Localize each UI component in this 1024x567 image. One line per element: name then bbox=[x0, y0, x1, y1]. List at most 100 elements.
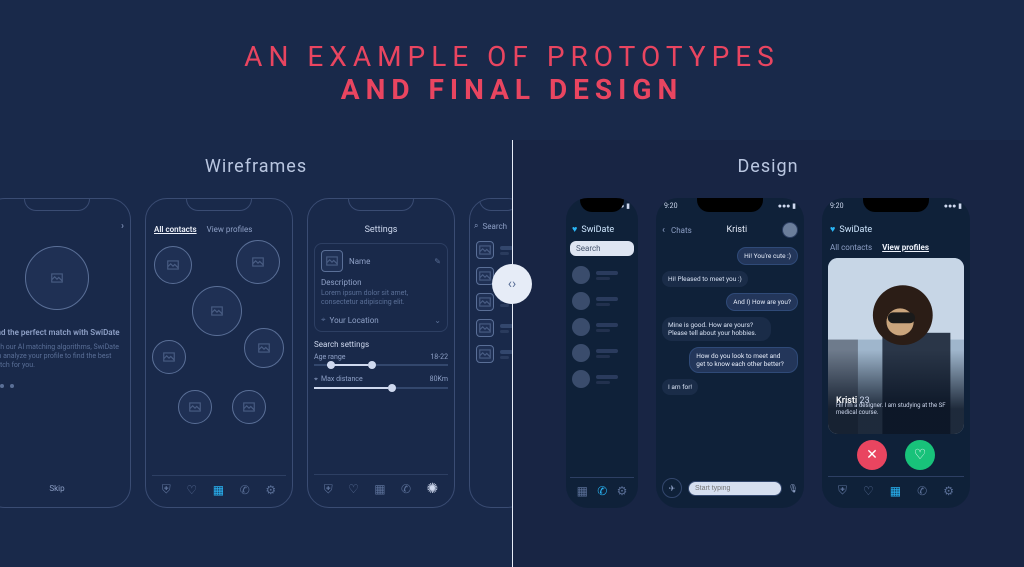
distance-value: 80Km bbox=[430, 375, 448, 384]
avatar bbox=[572, 370, 590, 388]
chat-icon[interactable]: ✆ bbox=[917, 484, 927, 498]
description-body: Lorem ipsum dolor sit amet, consectetur … bbox=[321, 289, 441, 307]
compare-divider bbox=[512, 140, 513, 567]
onboarding-body: With our AI matching algorithms, SwiDate… bbox=[0, 343, 124, 370]
page-dots bbox=[0, 384, 124, 388]
distance-label: Max distance bbox=[321, 375, 363, 384]
search-input[interactable]: Search bbox=[570, 241, 634, 256]
contact-bubble[interactable] bbox=[236, 240, 280, 284]
shield-icon[interactable]: ⛨ bbox=[838, 483, 847, 498]
chat-icon[interactable]: ✆ bbox=[240, 483, 250, 497]
profile-card[interactable]: Kristi 23 Hi! I'm a designer. I am study… bbox=[828, 258, 964, 434]
column-label-design: Design bbox=[737, 156, 798, 177]
like-button[interactable]: ♡ bbox=[905, 440, 935, 470]
tab-view-profiles[interactable]: View profiles bbox=[207, 225, 253, 234]
chevron-down-icon[interactable]: ⌄ bbox=[434, 316, 441, 325]
heart-icon: ♥ bbox=[830, 224, 835, 235]
status-time: 9:20 bbox=[830, 202, 844, 210]
list-item[interactable] bbox=[570, 314, 634, 340]
location-label: Your Location bbox=[330, 316, 379, 325]
avatar-placeholder bbox=[476, 241, 494, 259]
contact-bubble[interactable] bbox=[178, 390, 212, 424]
contact-bubble[interactable] bbox=[192, 286, 242, 336]
chevron-right-icon: › bbox=[512, 276, 516, 292]
heart-icon[interactable]: ♡ bbox=[348, 482, 359, 496]
avatar-placeholder bbox=[476, 319, 494, 337]
gear-icon[interactable]: ✺ bbox=[427, 481, 439, 497]
wireframe-settings: Settings Name ✎ Description Lorem ipsum … bbox=[307, 198, 455, 508]
search-icon: ⌕ bbox=[474, 221, 478, 231]
message-in: I am for! bbox=[662, 379, 698, 395]
avatar[interactable] bbox=[782, 222, 798, 238]
avatar-placeholder bbox=[321, 250, 343, 272]
bottom-nav: ▦ ✆ ⚙ bbox=[570, 477, 634, 500]
avatar bbox=[572, 292, 590, 310]
chat-input[interactable] bbox=[688, 481, 782, 496]
back-label[interactable]: Chats bbox=[671, 226, 692, 235]
list-item[interactable] bbox=[570, 262, 634, 288]
gear-icon[interactable]: ⚙ bbox=[617, 484, 628, 498]
location-pin-icon: ⌖ bbox=[321, 315, 326, 325]
grid-icon[interactable]: ▦ bbox=[577, 484, 588, 498]
contact-bubble[interactable] bbox=[154, 246, 192, 284]
message-out: How do you look to meet and get to know … bbox=[689, 347, 798, 373]
shield-icon[interactable]: ⛨ bbox=[324, 482, 333, 497]
design-profile: 9:20●●● ▮ ♥SwiDate All contacts View pro… bbox=[822, 198, 970, 508]
edit-icon[interactable]: ✎ bbox=[434, 257, 441, 266]
grid-icon[interactable]: ▦ bbox=[374, 482, 385, 496]
wireframe-contacts: All contacts View profiles ⛨ bbox=[145, 198, 293, 508]
age-range-value: 18-22 bbox=[430, 353, 448, 361]
bottom-nav: ⛨ ♡ ▦ ✆ ⚙ bbox=[828, 476, 964, 500]
onboarding-headline: Find the perfect match with SwiDate bbox=[0, 328, 124, 337]
brand: ♥SwiDate bbox=[828, 220, 964, 239]
contact-bubble[interactable] bbox=[244, 328, 284, 368]
message-out: Hi! You're cute :) bbox=[737, 247, 798, 265]
contact-bubble[interactable] bbox=[232, 390, 266, 424]
status-time: 9:20 bbox=[664, 202, 678, 210]
distance-slider[interactable] bbox=[314, 387, 448, 389]
list-item[interactable] bbox=[570, 288, 634, 314]
contact-bubble[interactable] bbox=[152, 340, 186, 374]
heart-icon[interactable]: ♡ bbox=[186, 483, 197, 497]
design-search-list: ●●● ▮ ♥SwiDate Search ▦ ✆ ⚙ bbox=[566, 198, 638, 508]
shield-icon[interactable]: ⛨ bbox=[162, 482, 171, 497]
image-icon bbox=[50, 271, 64, 285]
chat-icon[interactable]: ✆ bbox=[401, 482, 411, 496]
page-title: AN EXAMPLE OF PROTOTYPES AND FINAL DESIG… bbox=[0, 0, 1024, 106]
location-pin-icon: ⌖ bbox=[314, 375, 318, 384]
age-range-slider[interactable] bbox=[314, 364, 448, 366]
description-label: Description bbox=[321, 278, 441, 287]
tab-all-contacts[interactable]: All contacts bbox=[154, 225, 197, 234]
bottom-nav: ⛨ ♡ ▦ ✆ ✺ bbox=[314, 474, 448, 499]
grid-icon[interactable]: ▦ bbox=[890, 484, 901, 498]
mic-icon[interactable]: 🎙 bbox=[788, 484, 798, 493]
chat-title: Kristi bbox=[727, 225, 748, 235]
tab-view-profiles[interactable]: View profiles bbox=[882, 243, 929, 252]
profile-subtitle: Hi! I'm a designer. I am studying at the… bbox=[836, 402, 964, 416]
avatar bbox=[572, 266, 590, 284]
skip-button[interactable]: Skip bbox=[0, 478, 124, 499]
compare-drag-handle[interactable]: ‹ › bbox=[492, 264, 532, 304]
attach-icon[interactable]: ✈ bbox=[662, 478, 682, 498]
chevron-right-icon[interactable]: › bbox=[121, 221, 124, 232]
gear-icon[interactable]: ⚙ bbox=[265, 483, 276, 497]
heart-icon[interactable]: ♡ bbox=[863, 484, 874, 498]
list-item[interactable] bbox=[570, 340, 634, 366]
chat-icon[interactable]: ✆ bbox=[597, 484, 607, 498]
dislike-button[interactable]: ✕ bbox=[857, 440, 887, 470]
heart-icon: ♥ bbox=[572, 224, 577, 235]
settings-title: Settings bbox=[314, 221, 448, 243]
search-settings-label: Search settings bbox=[314, 340, 448, 349]
bottom-nav: ⛨ ♡ ▦ ✆ ⚙ bbox=[152, 475, 286, 499]
avatar-placeholder bbox=[476, 345, 494, 363]
search-label[interactable]: Search bbox=[482, 222, 507, 231]
grid-icon[interactable]: ▦ bbox=[213, 483, 224, 497]
message-out: And I) How are you? bbox=[726, 293, 798, 311]
gear-icon[interactable]: ⚙ bbox=[943, 484, 954, 498]
back-button[interactable]: ‹ bbox=[662, 225, 665, 236]
tab-all-contacts[interactable]: All contacts bbox=[830, 243, 872, 252]
brand: ♥SwiDate bbox=[570, 220, 634, 239]
list-item[interactable] bbox=[570, 366, 634, 392]
column-label-wireframes: Wireframes bbox=[205, 156, 307, 177]
design-chat: 9:20●●● ▮ ‹ Chats Kristi Hi! You're cute… bbox=[656, 198, 804, 508]
